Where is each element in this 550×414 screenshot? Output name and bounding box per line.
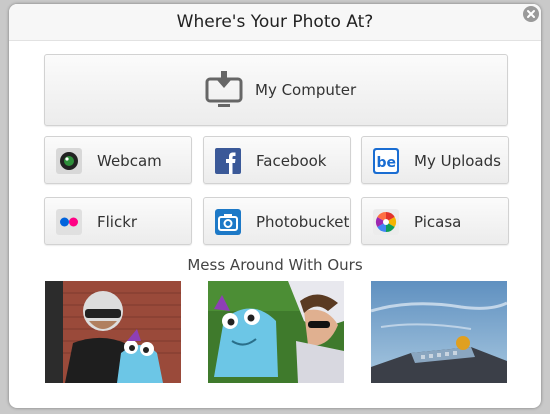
- webcam-icon: [56, 148, 82, 174]
- monitor-upload-icon: [204, 71, 244, 111]
- picasa-icon: [373, 209, 399, 235]
- sample-photo-building[interactable]: [371, 281, 507, 383]
- picasa-label: Picasa: [414, 213, 462, 231]
- my-computer-label: My Computer: [255, 81, 357, 99]
- photo-source-dialog: Where's Your Photo At? My Computer Webca…: [9, 4, 541, 408]
- photobucket-button[interactable]: Photobucket: [203, 197, 351, 245]
- my-uploads-label: My Uploads: [414, 152, 501, 170]
- flickr-icon: [56, 209, 82, 235]
- dialog-title: Where's Your Photo At?: [176, 12, 374, 32]
- photobucket-icon: [215, 209, 241, 235]
- my-uploads-button[interactable]: be My Uploads: [361, 136, 509, 184]
- flickr-label: Flickr: [97, 213, 138, 231]
- webcam-button[interactable]: Webcam: [44, 136, 192, 184]
- photobucket-label: Photobucket: [256, 213, 350, 231]
- flickr-button[interactable]: Flickr: [44, 197, 192, 245]
- facebook-label: Facebook: [256, 152, 327, 170]
- uploads-icon: be: [373, 148, 399, 174]
- close-icon[interactable]: [523, 6, 539, 22]
- svg-text:be: be: [377, 155, 397, 171]
- my-computer-button[interactable]: My Computer: [44, 54, 508, 126]
- picasa-button[interactable]: Picasa: [361, 197, 509, 245]
- facebook-button[interactable]: Facebook: [203, 136, 351, 184]
- sample-photos-heading: Mess Around With Ours: [187, 256, 363, 274]
- facebook-icon: [215, 148, 241, 174]
- webcam-label: Webcam: [97, 152, 162, 170]
- sample-photo-motorcycle[interactable]: [45, 281, 181, 383]
- sample-photo-grass[interactable]: [208, 281, 344, 383]
